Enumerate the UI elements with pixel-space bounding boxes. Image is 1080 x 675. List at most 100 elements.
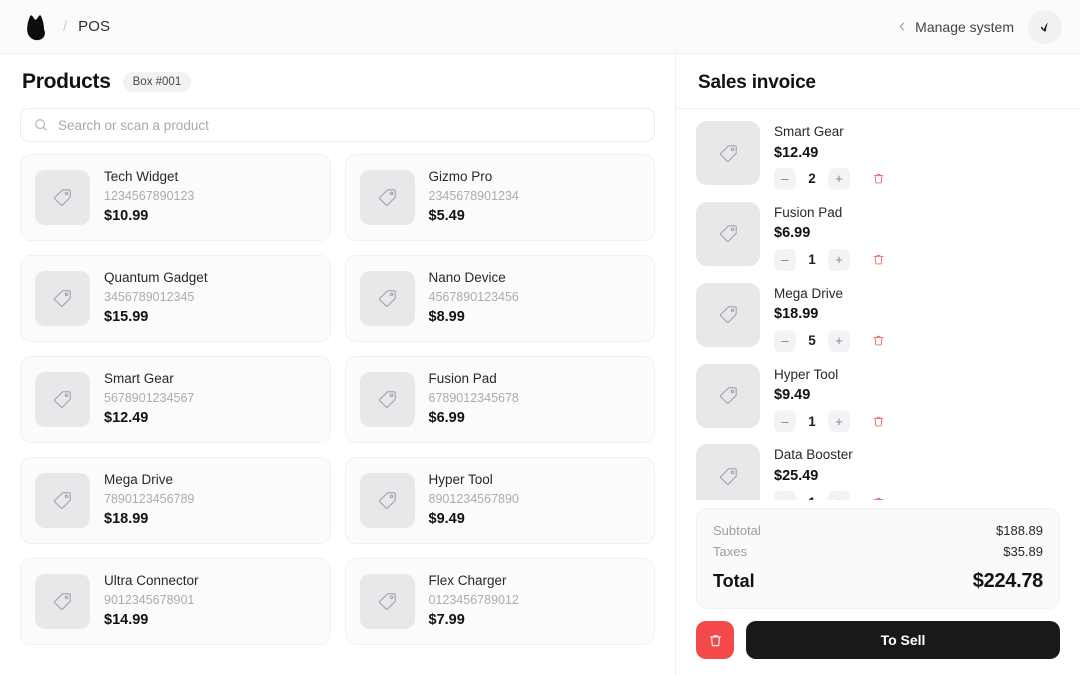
quantity-value: 1 [808, 413, 816, 429]
quantity-stepper: –5 + [774, 329, 888, 352]
product-thumbnail [359, 473, 415, 528]
subtotal-value: $188.89 [996, 523, 1043, 538]
product-name: Fusion Pad [428, 371, 497, 387]
products-header: Products Box #001 [0, 54, 675, 104]
invoice-line-thumbnail [696, 363, 760, 428]
page-title: Products [22, 70, 111, 93]
increment-button[interactable]: + [828, 491, 850, 500]
subtotal-row: Subtotal $188.89 [713, 520, 1043, 541]
invoice-line-thumbnail [696, 282, 760, 347]
product-card[interactable]: Fusion Pad 6789012345678 $6.99 [344, 356, 655, 443]
invoice-line: Fusion Pad $6.99 –1 + [696, 201, 1060, 271]
to-sell-button[interactable]: To Sell [746, 621, 1060, 659]
increment-button[interactable]: + [828, 167, 850, 190]
product-thumbnail [359, 574, 415, 629]
trash-icon [872, 415, 885, 428]
product-name: Nano Device [428, 270, 506, 286]
decrement-button[interactable]: – [774, 491, 796, 500]
product-card[interactable]: Smart Gear 5678901234567 $12.49 [20, 356, 331, 443]
tulip-logo-icon[interactable] [22, 12, 52, 42]
price-tag-icon [53, 188, 72, 207]
product-price: $9.49 [428, 510, 465, 527]
invoice-title: Sales invoice [698, 72, 816, 93]
invoice-line-thumbnail [696, 121, 760, 185]
product-price: $8.99 [428, 308, 465, 325]
product-card[interactable]: Gizmo Pro 2345678901234 $5.49 [344, 154, 655, 241]
product-thumbnail [35, 170, 90, 225]
invoice-line-thumbnail [696, 444, 760, 500]
product-card[interactable]: Tech Widget 1234567890123 $10.99 [20, 154, 331, 241]
price-tag-icon [378, 390, 397, 409]
product-card[interactable]: Quantum Gadget 3456789012345 $15.99 [20, 255, 331, 342]
invoice-line-name: Fusion Pad [774, 204, 843, 220]
price-tag-icon [719, 224, 738, 243]
product-card[interactable]: Ultra Connector 9012345678901 $14.99 [20, 558, 331, 645]
total-label: Total [713, 571, 755, 591]
product-info: Hyper Tool 8901234567890 $9.49 [429, 471, 519, 529]
manage-system-link[interactable]: Manage system [898, 19, 1014, 35]
invoice-line-price: $18.99 [774, 306, 819, 323]
invoice-line-price: $6.99 [774, 225, 811, 242]
product-name: Ultra Connector [104, 573, 199, 589]
breadcrumb-current[interactable]: POS [78, 18, 110, 35]
search-input[interactable] [58, 117, 641, 133]
search-box[interactable] [20, 108, 655, 142]
search-icon [34, 118, 48, 132]
product-card[interactable]: Mega Drive 7890123456789 $18.99 [20, 457, 331, 544]
invoice-line-info: Smart Gear $12.49 –2 + [774, 121, 888, 190]
product-price: $7.99 [428, 611, 465, 628]
trash-icon [872, 253, 885, 266]
product-info: Nano Device 4567890123456 $8.99 [429, 269, 519, 327]
decrement-button[interactable]: – [774, 410, 796, 433]
invoice-line-info: Data Booster $25.49 –1+ [774, 444, 888, 500]
product-price: $6.99 [428, 409, 465, 426]
invoice-line-name: Smart Gear [774, 124, 844, 139]
product-thumbnail [35, 271, 90, 326]
main-body: Products Box #001 Tech Widget12345678901… [0, 54, 1080, 675]
price-tag-icon [719, 386, 738, 405]
product-barcode: 5678901234567 [104, 390, 195, 405]
box-badge: Box #001 [122, 72, 192, 92]
increment-button[interactable]: + [828, 410, 850, 433]
product-name: Hyper Tool [428, 472, 493, 488]
avatar[interactable] [1028, 9, 1062, 44]
remove-line-button[interactable] [868, 250, 888, 270]
product-barcode: 6789012345678 [428, 390, 519, 405]
invoice-header: Sales invoice [676, 54, 1080, 109]
price-tag-icon [53, 491, 72, 510]
product-thumbnail [35, 372, 90, 427]
trash-icon [872, 334, 885, 347]
price-tag-icon [719, 467, 738, 486]
subtotal-label: Subtotal [713, 523, 761, 538]
product-card[interactable]: Flex Charger 0123456789012 $7.99 [344, 558, 655, 645]
top-bar: / POS Manage system [0, 0, 1080, 54]
invoice-panel: Sales invoice Smart Gear $12.49–2 + Fusion … [676, 54, 1080, 675]
remove-line-button[interactable] [868, 331, 888, 351]
increment-button[interactable]: + [828, 329, 850, 352]
product-info: Fusion Pad 6789012345678 $6.99 [429, 370, 519, 428]
totals-box: Subtotal $188.89 Taxes $35.89 Total $224… [696, 508, 1060, 609]
decrement-button[interactable]: – [774, 248, 796, 271]
price-tag-icon [53, 592, 72, 611]
total-row: Total $224.78 [713, 562, 1043, 596]
invoice-line-list: Smart Gear $12.49–2 + Fusion Pad $6.99–1 + Meg… [676, 109, 1080, 500]
product-name: Mega Drive [104, 472, 174, 488]
breadcrumb: / POS [22, 12, 110, 42]
trash-icon [708, 633, 723, 648]
product-name: Quantum Gadget [104, 270, 208, 286]
decrement-button[interactable]: – [774, 167, 796, 190]
increment-button[interactable]: + [828, 248, 850, 271]
remove-line-button[interactable] [868, 411, 888, 431]
remove-line-button[interactable] [868, 169, 888, 189]
invoice-line: Hyper Tool $9.49 –1 + [696, 363, 1060, 433]
quantity-value: 1 [808, 252, 816, 268]
product-thumbnail [359, 271, 415, 326]
invoice-line-info: Hyper Tool $9.49 –1 + [774, 364, 888, 433]
product-thumbnail [359, 372, 415, 427]
clear-invoice-button[interactable] [696, 621, 734, 659]
product-card[interactable]: Hyper Tool 8901234567890 $9.49 [344, 457, 655, 544]
product-card[interactable]: Nano Device 4567890123456 $8.99 [344, 255, 655, 342]
price-tag-icon [719, 144, 738, 163]
decrement-button[interactable]: – [774, 329, 796, 352]
remove-line-button[interactable] [868, 492, 888, 500]
